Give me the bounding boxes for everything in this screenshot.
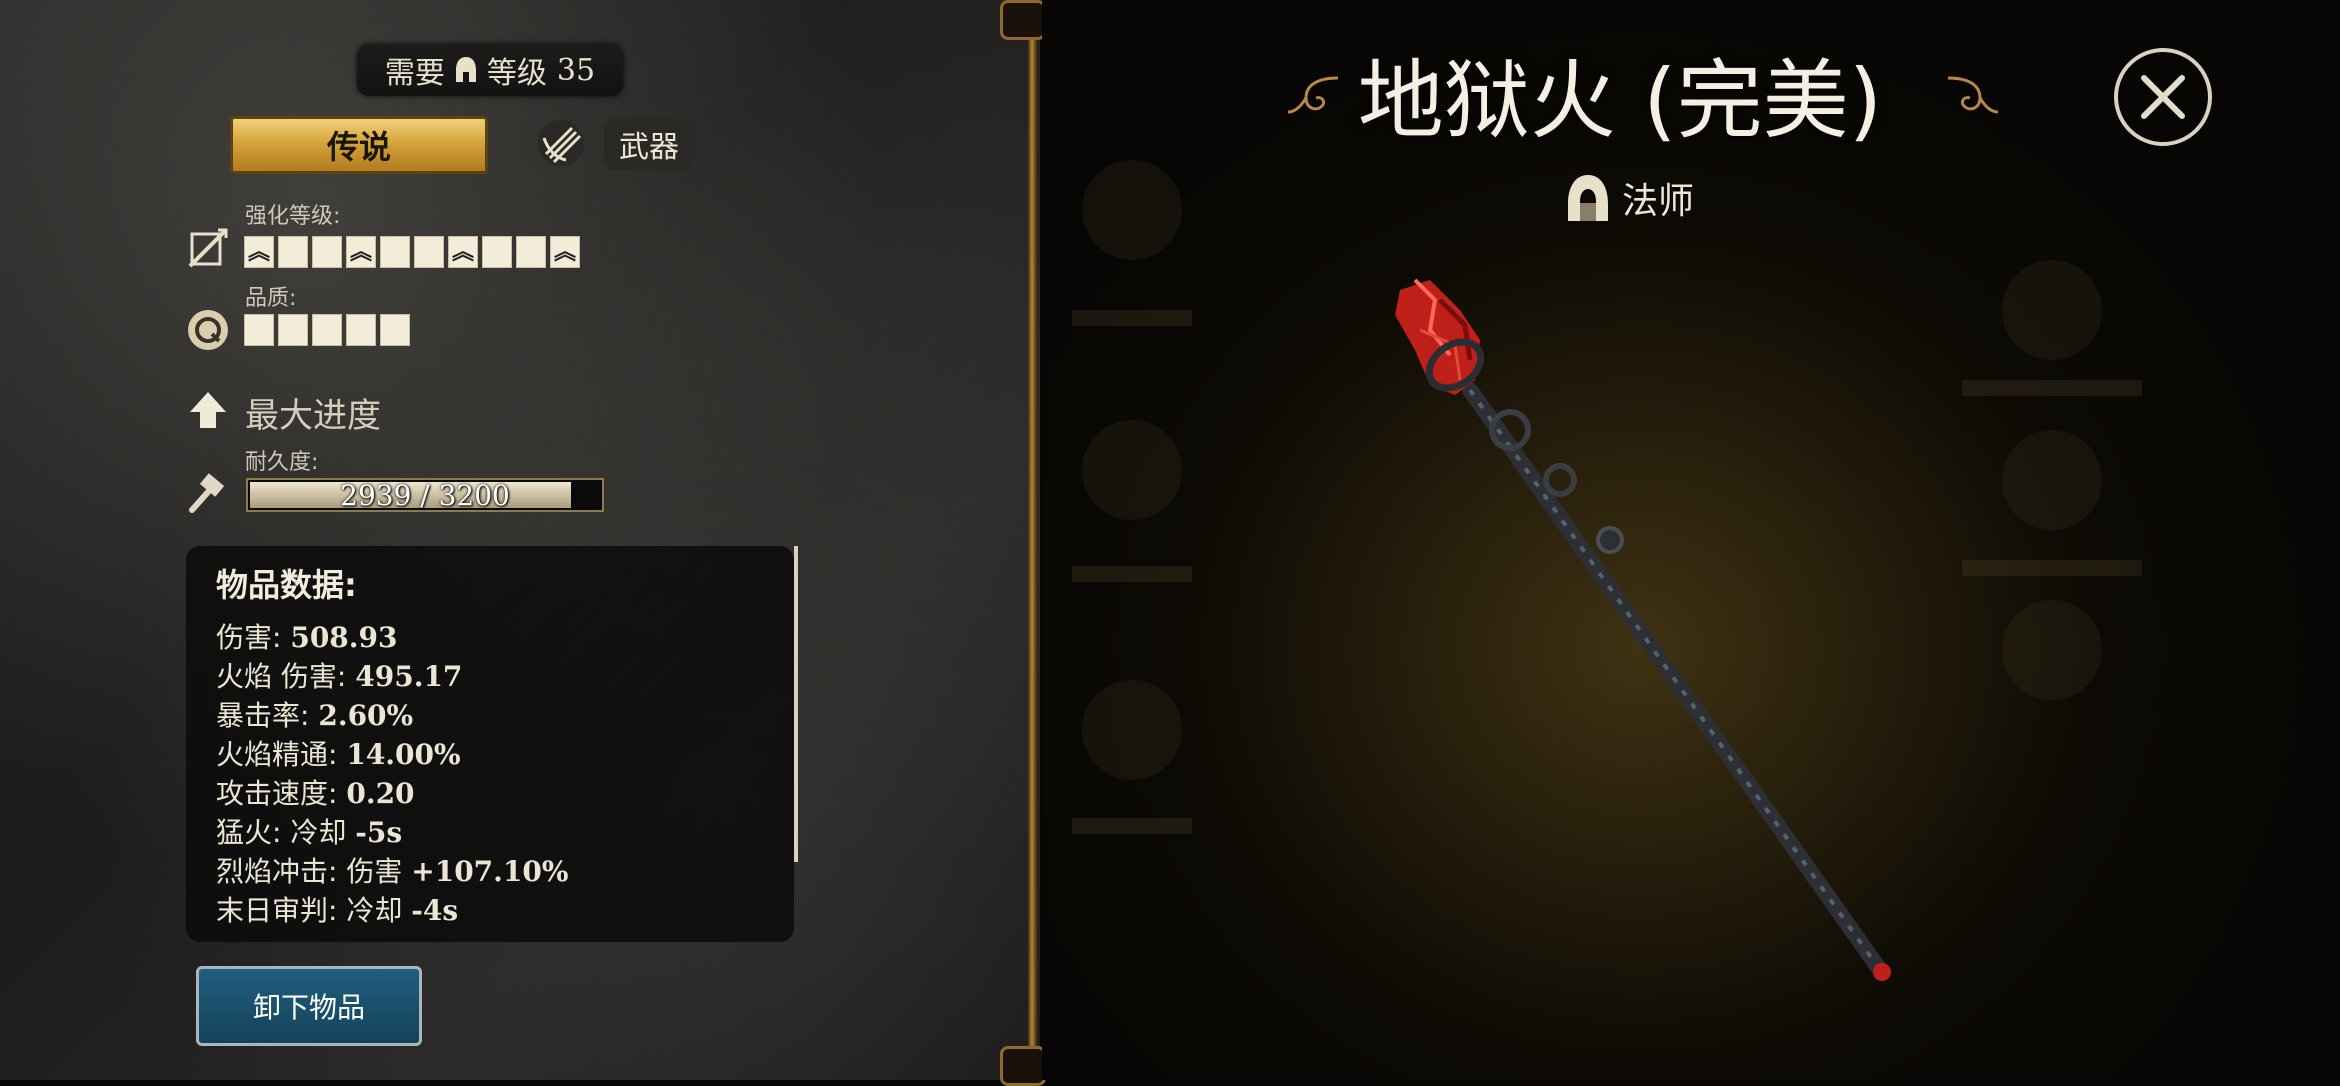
level-requirement: 需要 等级 35 [357,44,623,96]
divider-ornament [1000,1046,1046,1086]
stat-line: 猛火: 冷却 -5s [216,811,402,851]
staff-item-image [1395,278,1891,981]
stat-value: -5s [355,816,403,849]
stat-name: 火焰 伤害: [216,660,356,693]
title-flourish-right [1947,76,1999,114]
stat-value: 2.60% [318,699,414,732]
stat-name: 末日审判: 冷却 [216,894,412,927]
stats-scrollbar[interactable] [794,546,798,862]
stat-line: 火焰精通: 14.00% [216,733,461,773]
stat-line: 火焰 伤害: 495.17 [216,655,462,695]
stat-value: +107.10% [411,855,569,888]
upgrade-cell [244,234,274,272]
item-type-label: 武器 [604,118,694,170]
max-progress-text: 最大进度 [245,396,381,436]
stat-value: 508.93 [290,621,398,654]
stat-name: 猛火: 冷却 [216,816,356,849]
requirement-level: 35 [556,52,596,88]
upgrade-cell [482,236,512,268]
stat-name: 烈焰冲击: 伤害 [216,855,412,888]
stat-value: 14.00% [346,738,461,771]
panel-divider [1028,0,1038,1080]
class-name: 法师 [1622,181,1695,222]
upgrade-cell [346,234,376,272]
rarity-badge: 传说 [230,116,488,174]
quality-track [244,314,410,346]
quality-cell [278,314,308,346]
background-slot [1082,160,1182,260]
upgrade-cell [448,234,478,272]
quality-cell [380,314,410,346]
stat-name: 火焰精通: [216,738,347,771]
stat-line: 暴击率: 2.60% [216,694,413,734]
stat-line: 伤害: 508.93 [216,616,398,656]
background-bar [1072,818,1192,834]
stat-value: -4s [411,894,459,927]
upgrade-level-track [244,234,580,272]
stat-name: 伤害: [216,621,291,654]
sword-scroll-icon [188,228,228,268]
background-slot [2002,260,2102,360]
up-arrow-icon [190,392,226,428]
stat-name: 攻击速度: [216,777,347,810]
upgrade-cell [414,236,444,268]
background-slot [1082,680,1182,780]
stat-name: 暴击率: [216,699,319,732]
unequip-button[interactable]: 卸下物品 [196,966,422,1046]
upgrade-cell [380,236,410,268]
stat-line: 攻击速度: 0.20 [216,772,415,812]
durability-value: 2939 / 3200 [340,478,510,512]
weapon-type-icon [538,120,584,166]
durability-bar: 2939 / 3200 [246,478,604,512]
mage-hood-icon [1568,175,1608,221]
stats-title: 物品数据: [216,566,357,604]
background-bar [1962,560,2142,576]
item-details-panel: 需要 等级 35 传说 武器 强化等级: 品质: [0,0,1040,1080]
stat-line: 末日审判: 冷却 -4s [216,889,458,929]
quality-cell [346,314,376,346]
requirement-level-label: 等级 [486,56,547,91]
background-slot [2002,600,2102,700]
item-stats-box[interactable]: 物品数据: 伤害: 508.93 火焰 伤害: 495.17 暴击率: 2.60… [186,546,794,942]
stat-value: 495.17 [355,660,463,693]
stat-line: 烈焰冲击: 伤害 +107.10% [216,850,568,890]
upgrade-cell [278,236,308,268]
background-bar [1072,566,1192,582]
requirement-prefix: 需要 [384,56,445,91]
upgrade-cell [550,234,580,272]
divider-ornament [1000,0,1046,40]
quality-cell [312,314,342,346]
background-bar [1962,380,2142,396]
background-slot [2002,430,2102,530]
stat-value: 0.20 [346,777,415,810]
upgrade-level-label: 强化等级: [245,204,341,229]
upgrade-cell [516,236,546,268]
background-slot [1082,420,1182,520]
hammer-icon [189,473,225,513]
background-bar [1072,310,1192,326]
durability-label: 耐久度: [245,450,319,475]
class-requirement: 法师 [1566,172,1694,224]
close-icon [2141,75,2185,119]
helmet-icon [455,57,476,82]
quality-q-icon [188,310,228,350]
close-button[interactable] [2114,48,2212,146]
item-name: 地狱火 (完美) [1357,51,1883,151]
quality-cell [244,314,274,346]
upgrade-cell [312,236,342,268]
quality-label: 品质: [245,286,297,311]
